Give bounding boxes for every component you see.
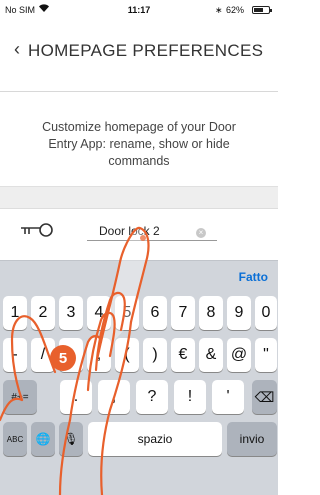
key-comma[interactable]: , xyxy=(98,380,130,414)
return-key[interactable]: invio xyxy=(227,422,277,456)
key-open-paren[interactable]: ( xyxy=(115,338,139,372)
key-dash[interactable]: - xyxy=(3,338,27,372)
key-ampersand[interactable]: & xyxy=(199,338,223,372)
clear-text-icon[interactable]: × xyxy=(196,228,206,238)
key-3[interactable]: 3 xyxy=(59,296,83,330)
key-1[interactable]: 1 xyxy=(3,296,27,330)
key-at[interactable]: @ xyxy=(227,338,251,372)
key-6[interactable]: 6 xyxy=(143,296,167,330)
key-period[interactable]: . xyxy=(60,380,92,414)
status-bar: No SIM 11:17 ∗ 62% xyxy=(0,0,278,20)
key-euro[interactable]: € xyxy=(171,338,195,372)
key-4[interactable]: 4 xyxy=(87,296,111,330)
key-8[interactable]: 8 xyxy=(199,296,223,330)
key-close-paren[interactable]: ) xyxy=(143,338,167,372)
description-line: Entry App: rename, show or hide xyxy=(48,137,230,151)
key-5[interactable]: 5 xyxy=(115,296,139,330)
keyboard: 1 2 3 4 5 6 7 8 9 0 - / : ; ( ) € & @ " … xyxy=(0,290,278,495)
key-icon xyxy=(21,223,53,237)
globe-icon[interactable]: 🌐 xyxy=(31,422,55,456)
microphone-icon[interactable]: 🎙 xyxy=(59,422,83,456)
bluetooth-icon: ∗ xyxy=(215,5,223,15)
key-question[interactable]: ? xyxy=(136,380,168,414)
key-semicolon[interactable]: ; xyxy=(87,338,111,372)
space-key[interactable]: spazio xyxy=(88,422,222,456)
keyboard-toolbar: Fatto xyxy=(0,260,278,290)
back-chevron-icon[interactable]: ‹ xyxy=(14,40,20,58)
step-number-badge: 5 xyxy=(50,345,76,371)
description-line: Customize homepage of your Door xyxy=(42,120,236,134)
key-7[interactable]: 7 xyxy=(171,296,195,330)
description-line: commands xyxy=(108,154,170,168)
done-button[interactable]: Fatto xyxy=(239,270,268,284)
battery-percent: 62% xyxy=(226,5,245,15)
key-9[interactable]: 9 xyxy=(227,296,251,330)
key-2[interactable]: 2 xyxy=(31,296,55,330)
key-apostrophe[interactable]: ' xyxy=(212,380,244,414)
page-description: Customize homepage of your Door Entry Ap… xyxy=(22,119,256,170)
battery-icon xyxy=(252,6,272,14)
key-quote[interactable]: " xyxy=(255,338,277,372)
key-more-symbols[interactable]: #+= xyxy=(3,380,37,414)
backspace-icon[interactable]: ⌫ xyxy=(252,380,277,414)
key-0[interactable]: 0 xyxy=(255,296,277,330)
key-abc[interactable]: ABC xyxy=(3,422,27,456)
page-title: HOMEPAGE PREFERENCES xyxy=(28,41,264,60)
key-exclamation[interactable]: ! xyxy=(174,380,206,414)
section-separator xyxy=(0,186,278,208)
